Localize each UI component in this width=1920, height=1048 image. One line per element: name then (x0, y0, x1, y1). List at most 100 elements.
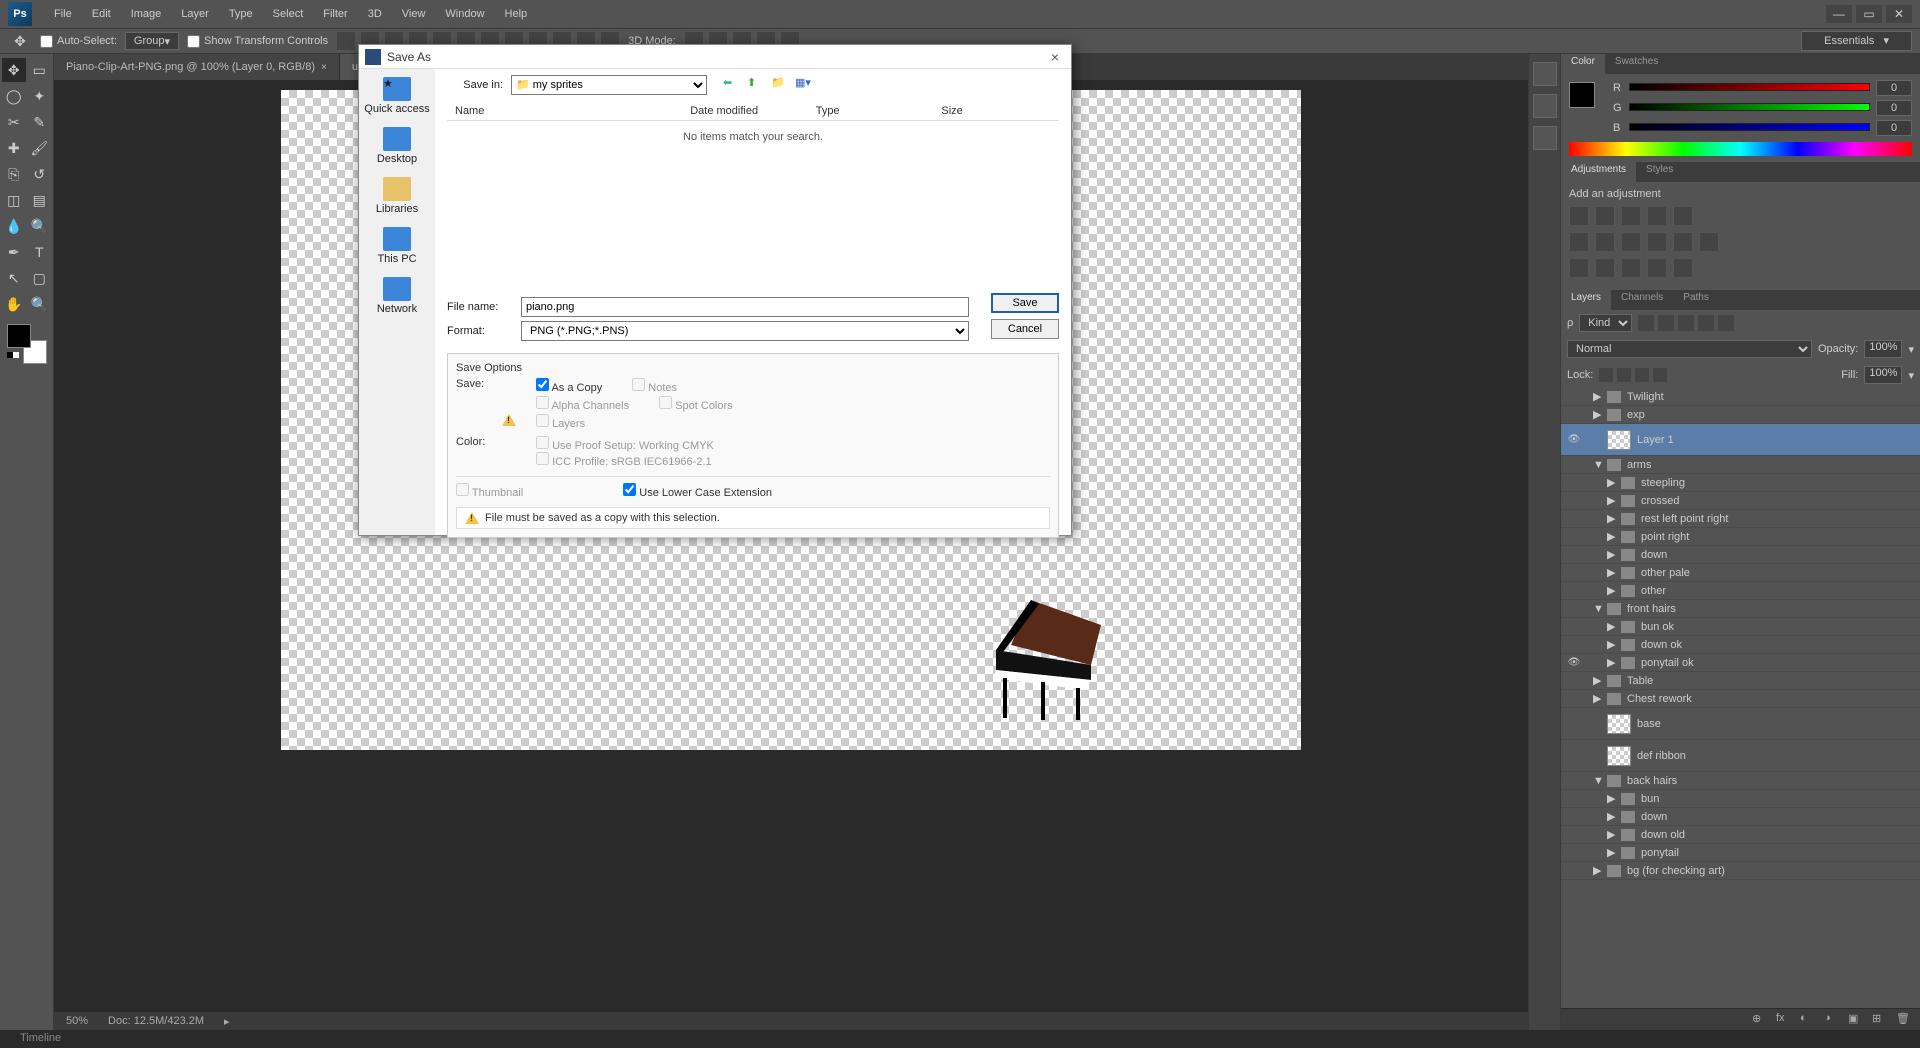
close-icon[interactable]: × (321, 62, 327, 73)
expand-arrow[interactable]: ▶ (1607, 828, 1615, 841)
channel-mixer-icon[interactable] (1673, 232, 1693, 252)
move-tool[interactable]: ✥ (2, 58, 26, 82)
menu-layer[interactable]: Layer (171, 4, 219, 24)
format-dropdown[interactable]: PNG (*.PNG;*.PNS) (521, 321, 969, 341)
filter-type-icon[interactable] (1678, 315, 1694, 331)
invert-icon[interactable] (1569, 258, 1589, 278)
expand-arrow[interactable]: ▼ (1593, 603, 1601, 615)
expand-arrow[interactable]: ▼ (1593, 459, 1601, 471)
adjustments-tab[interactable]: Adjustments (1561, 162, 1636, 182)
brush-tool[interactable]: 🖌 (28, 136, 52, 160)
up-icon[interactable]: ⬆ (747, 76, 765, 94)
expand-arrow[interactable]: ▶ (1593, 864, 1601, 877)
filter-smart-icon[interactable] (1718, 315, 1734, 331)
expand-arrow[interactable]: ▶ (1607, 548, 1615, 561)
layer-row[interactable]: ▶other (1561, 582, 1920, 600)
fill-value[interactable]: 100% (1864, 366, 1902, 384)
panel-icon[interactable] (1533, 126, 1557, 150)
layer-row[interactable]: ▶Twilight (1561, 388, 1920, 406)
eraser-tool[interactable]: ◫ (2, 188, 26, 212)
as-copy-checkbox[interactable] (536, 378, 549, 391)
expand-arrow[interactable]: ▶ (1607, 584, 1615, 597)
auto-select-dropdown[interactable]: Group ▾ (125, 32, 179, 50)
lock-all-icon[interactable] (1653, 368, 1667, 382)
expand-arrow[interactable]: ▶ (1593, 674, 1601, 687)
dialog-close-button[interactable]: × (1045, 49, 1065, 65)
color-spectrum[interactable] (1569, 142, 1912, 156)
col-size[interactable]: Size (933, 105, 1059, 117)
new-group-icon[interactable]: ▣ (1848, 1012, 1864, 1028)
layer-row[interactable]: ▼arms (1561, 456, 1920, 474)
layer-style-icon[interactable]: fx (1776, 1012, 1792, 1028)
channels-tab[interactable]: Channels (1611, 290, 1673, 310)
sidebar-libraries[interactable]: Libraries (376, 177, 418, 215)
threshold-icon[interactable] (1621, 258, 1641, 278)
layer-mask-icon[interactable]: ◐ (1800, 1012, 1816, 1028)
col-type[interactable]: Type (808, 105, 934, 117)
menu-help[interactable]: Help (495, 4, 538, 24)
bw-icon[interactable] (1621, 232, 1641, 252)
expand-arrow[interactable]: ▶ (1607, 566, 1615, 579)
new-fill-icon[interactable]: ◑ (1824, 1012, 1840, 1028)
expand-arrow[interactable]: ▶ (1607, 846, 1615, 859)
blur-tool[interactable]: 💧 (2, 214, 26, 238)
hand-tool[interactable]: ✋ (2, 292, 26, 316)
menu-file[interactable]: File (44, 4, 82, 24)
expand-arrow[interactable]: ▶ (1593, 390, 1601, 403)
color-tab[interactable]: Color (1561, 54, 1605, 74)
expand-arrow[interactable]: ▼ (1593, 775, 1601, 787)
layer-row[interactable]: ▶point right (1561, 528, 1920, 546)
save-in-dropdown[interactable]: 📁 my sprites (511, 75, 707, 95)
filter-image-icon[interactable] (1638, 315, 1654, 331)
menu-image[interactable]: Image (121, 4, 172, 24)
color-lookup-icon[interactable] (1699, 232, 1719, 252)
layer-row[interactable]: ▶Table (1561, 672, 1920, 690)
clone-tool[interactable]: ⎘ (2, 162, 26, 186)
sidebar-this-pc[interactable]: This PC (377, 227, 416, 265)
filter-adj-icon[interactable] (1658, 315, 1674, 331)
zoom-level[interactable]: 50% (66, 1015, 88, 1027)
layer-row[interactable]: ▶down old (1561, 826, 1920, 844)
window-maximize-button[interactable]: ▭ (1856, 5, 1882, 23)
expand-arrow[interactable]: ▶ (1607, 810, 1615, 823)
color-balance-icon[interactable] (1595, 232, 1615, 252)
layer-row[interactable]: ▶other pale (1561, 564, 1920, 582)
layer-row[interactable]: ▶exp (1561, 406, 1920, 424)
visibility-toggle[interactable]: 👁 (1567, 657, 1581, 668)
quick-select-tool[interactable]: ✦ (28, 84, 52, 108)
crop-tool[interactable]: ✂ (2, 110, 26, 134)
save-button[interactable]: Save (991, 293, 1059, 313)
layer-row[interactable]: base (1561, 708, 1920, 740)
menu-filter[interactable]: Filter (313, 4, 357, 24)
healing-tool[interactable]: ✚ (2, 136, 26, 160)
layer-row[interactable]: ▶bun (1561, 790, 1920, 808)
expand-arrow[interactable]: ▶ (1607, 494, 1615, 507)
curves-icon[interactable] (1621, 206, 1641, 226)
r-value[interactable]: 0 (1876, 80, 1912, 96)
artboard-tool[interactable]: ▭ (28, 58, 52, 82)
history-brush-tool[interactable]: ↺ (28, 162, 52, 186)
layer-row[interactable]: ▶ponytail (1561, 844, 1920, 862)
sidebar-network[interactable]: Network (377, 277, 417, 315)
layer-row[interactable]: 👁▶ponytail ok (1561, 654, 1920, 672)
brightness-icon[interactable] (1569, 206, 1589, 226)
layer-row[interactable]: ▶down (1561, 808, 1920, 826)
layer-row[interactable]: def ribbon (1561, 740, 1920, 772)
expand-arrow[interactable]: ▶ (1607, 476, 1615, 489)
workspace-switcher[interactable]: Essentials ▾ (1801, 31, 1912, 51)
vibrance-icon[interactable] (1673, 206, 1693, 226)
visibility-toggle[interactable]: 👁 (1567, 434, 1581, 445)
selective-color-icon[interactable] (1673, 258, 1693, 278)
b-slider[interactable] (1629, 123, 1870, 133)
file-list[interactable]: Name Date modified Type Size No items ma… (447, 101, 1059, 285)
filename-input[interactable] (521, 297, 969, 317)
view-menu-icon[interactable]: ▦▾ (795, 76, 813, 94)
zoom-tool[interactable]: 🔍 (28, 292, 52, 316)
dodge-tool[interactable]: 🔍 (28, 214, 52, 238)
levels-icon[interactable] (1595, 206, 1615, 226)
window-close-button[interactable]: ✕ (1886, 5, 1912, 23)
new-folder-icon[interactable]: 📁 (771, 76, 789, 94)
foreground-swatch[interactable] (1569, 82, 1595, 108)
show-transform-checkbox[interactable] (187, 35, 200, 48)
b-value[interactable]: 0 (1876, 120, 1912, 136)
